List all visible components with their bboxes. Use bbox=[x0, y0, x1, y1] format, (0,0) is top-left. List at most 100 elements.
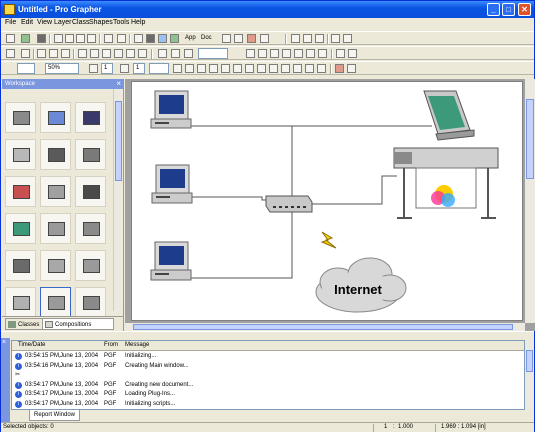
palette-item-inkjet-printer[interactable] bbox=[5, 250, 36, 281]
script-edit-icon[interactable] bbox=[234, 34, 243, 43]
rotate-icon[interactable] bbox=[89, 64, 98, 73]
node4-icon[interactable] bbox=[282, 49, 291, 58]
palette-item-server-rack[interactable] bbox=[75, 139, 106, 170]
maximize-button[interactable]: □ bbox=[502, 3, 515, 16]
palette-item-external-drive[interactable] bbox=[40, 287, 71, 316]
report-row[interactable]: i 03:54:15 PM, June 13, 2004 PGF Initializin… bbox=[12, 352, 524, 361]
bring-front-icon[interactable] bbox=[335, 64, 344, 73]
palette-item-laptop[interactable] bbox=[75, 102, 106, 133]
find-icon[interactable] bbox=[146, 34, 155, 43]
print-preview-icon[interactable] bbox=[158, 49, 167, 58]
image-icon[interactable] bbox=[158, 34, 167, 43]
diamond-icon[interactable] bbox=[257, 64, 266, 73]
undo-icon[interactable] bbox=[104, 34, 113, 43]
font-size-combo[interactable] bbox=[17, 63, 35, 74]
palette-item-printer[interactable] bbox=[40, 176, 71, 207]
tab-report-window[interactable]: Report Window bbox=[29, 410, 81, 421]
line-style-combo[interactable]: 1 bbox=[133, 63, 145, 74]
flip-icon[interactable] bbox=[305, 64, 314, 73]
col-time-date[interactable]: Time/Date bbox=[18, 342, 45, 348]
group-icon[interactable] bbox=[49, 49, 58, 58]
zoom-out-icon[interactable] bbox=[303, 34, 312, 43]
palette-item-flatbed-scanner[interactable] bbox=[5, 213, 36, 244]
menu-tools[interactable]: Tools bbox=[113, 19, 129, 26]
minus-icon[interactable] bbox=[245, 64, 254, 73]
palette-item-workstation-pc[interactable] bbox=[5, 102, 36, 133]
node3-icon[interactable] bbox=[270, 49, 279, 58]
title-bar[interactable]: Untitled - Pro Grapher _ □ ✕ bbox=[1, 1, 534, 18]
menu-edit[interactable]: Edit bbox=[21, 19, 33, 26]
col-from[interactable]: From bbox=[104, 342, 118, 348]
stop-icon[interactable] bbox=[247, 34, 256, 43]
app-icon[interactable] bbox=[4, 4, 15, 15]
report-row[interactable]: i 03:54:17 PM, June 13, 2004 PGF Loading Plu… bbox=[12, 390, 524, 399]
ungroup-icon[interactable] bbox=[61, 49, 70, 58]
palette-item-tape-drive[interactable] bbox=[75, 287, 106, 316]
doc-script-label[interactable]: Doc bbox=[201, 35, 212, 41]
binoculars-icon[interactable] bbox=[138, 49, 147, 58]
tab-compositions[interactable]: Compositions bbox=[42, 318, 114, 330]
node5-icon[interactable] bbox=[294, 49, 303, 58]
page-setup-icon[interactable] bbox=[171, 49, 180, 58]
close-button[interactable]: ✕ bbox=[518, 3, 531, 16]
redo-icon[interactable] bbox=[117, 34, 126, 43]
parallelogram-icon[interactable] bbox=[197, 64, 206, 73]
menu-layer[interactable]: Layer bbox=[54, 19, 72, 26]
menu-view[interactable]: View bbox=[37, 19, 52, 26]
app-script-label[interactable]: App bbox=[185, 35, 196, 41]
palette-item-large-format-plotter[interactable] bbox=[75, 176, 106, 207]
script-run-icon[interactable] bbox=[222, 34, 231, 43]
menu-class[interactable]: Class bbox=[72, 19, 90, 26]
report-scrollbar[interactable] bbox=[525, 340, 534, 410]
save-icon[interactable] bbox=[37, 34, 46, 43]
palette-item-mainframe[interactable] bbox=[5, 176, 36, 207]
tab-classes[interactable]: Classes bbox=[5, 318, 43, 330]
pc-middle[interactable] bbox=[151, 164, 193, 204]
palette-item-desktop-pc[interactable] bbox=[40, 102, 71, 133]
layers-icon[interactable] bbox=[343, 34, 352, 43]
frame-tool-icon[interactable] bbox=[126, 49, 135, 58]
new-doc-icon[interactable] bbox=[6, 34, 15, 43]
shape-icon[interactable] bbox=[209, 64, 218, 73]
picture-icon[interactable] bbox=[170, 34, 179, 43]
text-tool-icon[interactable] bbox=[78, 49, 87, 58]
copy-icon[interactable] bbox=[65, 34, 74, 43]
minimize-button[interactable]: _ bbox=[487, 3, 500, 16]
arrow-combo[interactable] bbox=[149, 63, 169, 74]
network-hub[interactable] bbox=[265, 195, 313, 213]
plus-icon[interactable] bbox=[233, 64, 242, 73]
menu-file[interactable]: File bbox=[5, 19, 16, 26]
canvas-hscrollbar[interactable] bbox=[125, 323, 525, 331]
palette-item-network-hub[interactable] bbox=[40, 213, 71, 244]
node7-icon[interactable] bbox=[318, 49, 327, 58]
zoom-combo[interactable]: 50% bbox=[45, 63, 79, 74]
line-color-icon[interactable] bbox=[348, 49, 357, 58]
font-combo[interactable] bbox=[198, 48, 228, 59]
report-row[interactable]: ✂ bbox=[12, 371, 524, 380]
scale-icon[interactable] bbox=[281, 64, 290, 73]
arrow-left-icon[interactable] bbox=[185, 64, 194, 73]
palette-item-modem[interactable] bbox=[75, 250, 106, 281]
palette-item-pda[interactable] bbox=[5, 139, 36, 170]
palette-item-cd-drive[interactable] bbox=[5, 287, 36, 316]
color-fill-icon[interactable] bbox=[336, 49, 345, 58]
internet-cloud[interactable]: Internet bbox=[315, 257, 407, 313]
zoom-in-icon[interactable] bbox=[291, 34, 300, 43]
line-width-combo[interactable]: 1 bbox=[101, 63, 113, 74]
select-rect-icon[interactable] bbox=[6, 49, 15, 58]
zoom-fit-icon[interactable] bbox=[315, 34, 324, 43]
panel-splitter[interactable] bbox=[1, 331, 534, 338]
node-icon[interactable] bbox=[246, 49, 255, 58]
flatbed-scanner[interactable] bbox=[423, 90, 475, 141]
open-icon[interactable] bbox=[21, 34, 30, 43]
pc-bottom[interactable] bbox=[150, 241, 192, 281]
print-icon[interactable] bbox=[134, 34, 143, 43]
table-icon[interactable] bbox=[120, 64, 129, 73]
pc-top[interactable] bbox=[150, 90, 192, 129]
palette-item-fax-machine[interactable] bbox=[75, 213, 106, 244]
palette-item-tower-server[interactable] bbox=[40, 139, 71, 170]
menu-shapes[interactable]: Shapes bbox=[89, 19, 113, 26]
paste-icon[interactable] bbox=[76, 34, 85, 43]
distribute-icon[interactable] bbox=[293, 64, 302, 73]
report-close-icon[interactable]: × bbox=[2, 339, 6, 346]
